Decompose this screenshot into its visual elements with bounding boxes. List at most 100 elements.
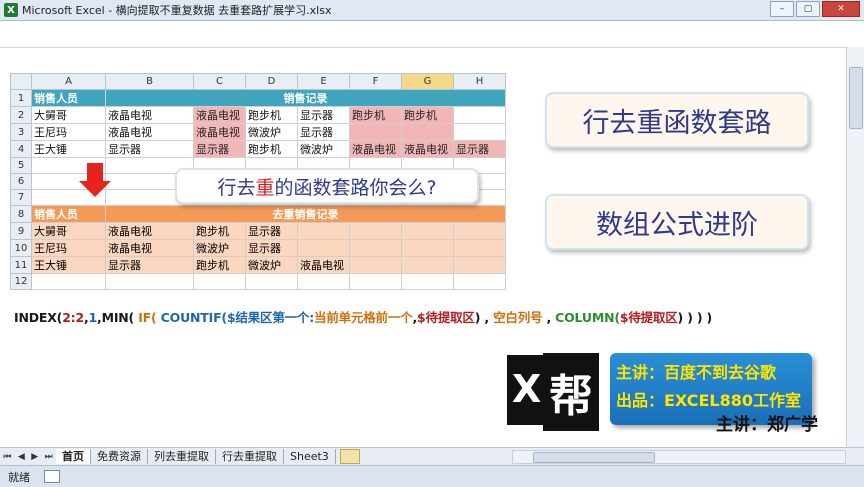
- minimize-button[interactable]: –: [770, 1, 794, 17]
- empty-cell[interactable]: [401, 256, 454, 274]
- cell-d4[interactable]: 跑步机: [245, 140, 298, 158]
- cell-e11[interactable]: 液晶电视: [297, 256, 350, 274]
- tab-row-dedupe[interactable]: 行去重提取: [216, 449, 284, 464]
- empty-cell[interactable]: [193, 273, 246, 290]
- cell-b9[interactable]: 液晶电视: [105, 222, 194, 240]
- cell-b10[interactable]: 液晶电视: [105, 239, 194, 257]
- tab-column-dedupe[interactable]: 列去重提取: [148, 449, 216, 464]
- cell-e9[interactable]: [297, 222, 350, 240]
- column-header-g[interactable]: G: [401, 73, 454, 90]
- row-header[interactable]: 9: [10, 222, 32, 240]
- cell-d3[interactable]: 微波炉: [245, 123, 298, 141]
- cell-d10[interactable]: 显示器: [245, 239, 298, 257]
- cell-a11[interactable]: 王大锤: [31, 256, 106, 274]
- empty-cell[interactable]: [31, 273, 106, 290]
- row-header[interactable]: 4: [10, 140, 32, 158]
- row-header[interactable]: 8: [10, 205, 32, 223]
- empty-cell[interactable]: [401, 222, 454, 240]
- row-header[interactable]: 3: [10, 123, 32, 141]
- row-header[interactable]: 2: [10, 106, 32, 124]
- column-header-b[interactable]: B: [105, 73, 194, 90]
- cell-b8-merged[interactable]: 去重销售记录: [105, 205, 506, 223]
- empty-cell[interactable]: [453, 256, 506, 274]
- empty-cell[interactable]: [245, 273, 298, 290]
- cell-b2[interactable]: 液晶电视: [105, 106, 194, 124]
- tab-home[interactable]: 首页: [56, 449, 91, 464]
- cell-e2[interactable]: 显示器: [297, 106, 350, 124]
- cell-f4[interactable]: 液晶电视: [349, 140, 402, 158]
- cell-a9[interactable]: 大舅哥: [31, 222, 106, 240]
- column-header-f[interactable]: F: [349, 73, 402, 90]
- empty-cell[interactable]: [401, 273, 454, 290]
- first-sheet-icon[interactable]: ⏮: [3, 452, 11, 462]
- row-header[interactable]: 6: [10, 173, 32, 190]
- macro-record-icon[interactable]: [44, 470, 60, 483]
- empty-cell[interactable]: [453, 273, 506, 290]
- cell-d9[interactable]: 显示器: [245, 222, 298, 240]
- cell-e4[interactable]: 微波炉: [297, 140, 350, 158]
- row-header[interactable]: 12: [10, 273, 32, 290]
- last-sheet-icon[interactable]: ⏭: [45, 452, 53, 462]
- prev-sheet-icon[interactable]: ◀: [18, 452, 25, 462]
- cell-c10[interactable]: 微波炉: [193, 239, 246, 257]
- vertical-scrollbar[interactable]: [846, 47, 864, 447]
- cell-b3[interactable]: 液晶电视: [105, 123, 194, 141]
- cell-c3[interactable]: 液晶电视: [193, 123, 246, 141]
- cell-f3[interactable]: [349, 123, 402, 141]
- row-header[interactable]: 11: [10, 256, 32, 274]
- column-header-c[interactable]: C: [193, 73, 246, 90]
- horizontal-scrollbar[interactable]: [512, 450, 846, 464]
- cell-b1-merged[interactable]: 销售记录: [105, 89, 506, 107]
- empty-cell[interactable]: [401, 239, 454, 257]
- column-header-a[interactable]: A: [31, 73, 106, 90]
- cell-a8[interactable]: 销售人员: [31, 205, 106, 223]
- cell-g4[interactable]: 液晶电视: [401, 140, 454, 158]
- empty-cell[interactable]: [105, 273, 194, 290]
- empty-cell[interactable]: [349, 239, 402, 257]
- cell-d2[interactable]: 跑步机: [245, 106, 298, 124]
- cell-a10[interactable]: 王尼玛: [31, 239, 106, 257]
- row-header[interactable]: 1: [10, 89, 32, 107]
- empty-cell[interactable]: [349, 222, 402, 240]
- cell-g2[interactable]: 跑步机: [401, 106, 454, 124]
- cell-a4[interactable]: 王大锤: [31, 140, 106, 158]
- column-header-e[interactable]: E: [297, 73, 350, 90]
- cell-c9[interactable]: 跑步机: [193, 222, 246, 240]
- tab-free-resources[interactable]: 免费资源: [91, 449, 148, 464]
- cell-b11[interactable]: 显示器: [105, 256, 194, 274]
- insert-sheet-icon[interactable]: [339, 449, 360, 464]
- tab-sheet3[interactable]: Sheet3: [284, 449, 336, 464]
- empty-cell[interactable]: [453, 222, 506, 240]
- cell-f2[interactable]: 跑步机: [349, 106, 402, 124]
- select-all-corner[interactable]: [10, 73, 32, 90]
- column-header-d[interactable]: D: [245, 73, 298, 90]
- cell-d11[interactable]: 微波炉: [245, 256, 298, 274]
- cell-e10[interactable]: [297, 239, 350, 257]
- vertical-scroll-thumb[interactable]: [849, 67, 863, 129]
- close-button[interactable]: ✕: [822, 1, 860, 17]
- cell-c11[interactable]: 跑步机: [193, 256, 246, 274]
- cell-h3[interactable]: [453, 123, 506, 141]
- row-header[interactable]: 7: [10, 189, 32, 206]
- cell-a2[interactable]: 大舅哥: [31, 106, 106, 124]
- empty-cell[interactable]: [453, 239, 506, 257]
- excel-app-icon[interactable]: X: [4, 3, 18, 17]
- cell-e3[interactable]: 显示器: [297, 123, 350, 141]
- cell-h4[interactable]: 显示器: [453, 140, 506, 158]
- cell-a1[interactable]: 销售人员: [31, 89, 106, 107]
- cell-c4[interactable]: 显示器: [193, 140, 246, 158]
- cell-h2[interactable]: [453, 106, 506, 124]
- cell-g3[interactable]: [401, 123, 454, 141]
- row-header[interactable]: 5: [10, 157, 32, 174]
- restore-button[interactable]: ▢: [796, 1, 820, 17]
- cell-b4[interactable]: 显示器: [105, 140, 194, 158]
- column-header-h[interactable]: H: [453, 73, 506, 90]
- next-sheet-icon[interactable]: ▶: [31, 452, 38, 462]
- empty-cell[interactable]: [349, 273, 402, 290]
- row-header[interactable]: 10: [10, 239, 32, 257]
- cell-c2[interactable]: 液晶电视: [193, 106, 246, 124]
- horizontal-scroll-thumb[interactable]: [533, 452, 655, 463]
- empty-cell[interactable]: [349, 256, 402, 274]
- cell-a3[interactable]: 王尼玛: [31, 123, 106, 141]
- empty-cell[interactable]: [297, 273, 350, 290]
